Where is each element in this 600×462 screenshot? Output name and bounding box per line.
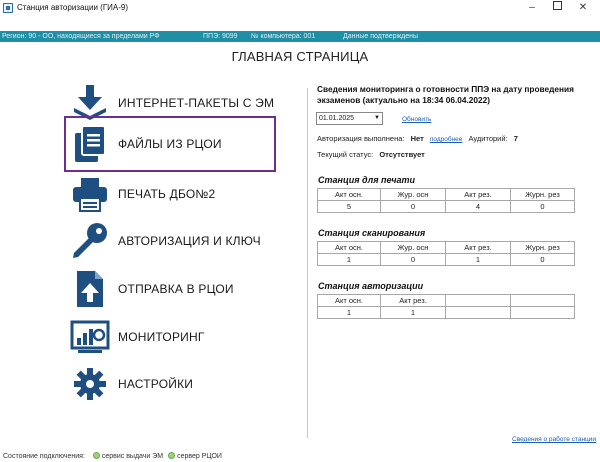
files-icon <box>75 125 106 162</box>
table-header: Акт рез. <box>380 294 446 307</box>
monitoring-icon <box>70 320 110 353</box>
table-header: Журн. рез <box>510 241 575 254</box>
station-auth-table: Акт осн. Акт рез. 1 1 <box>317 294 575 319</box>
auth-row: Авторизация выполнена: Нет подробнее Ауд… <box>317 134 518 143</box>
station-scan-table: Акт осн. Жур. осн Акт рез. Журн. рез 1 0… <box>317 241 575 266</box>
table-header-row: Акт осн. Акт рез. <box>317 294 575 307</box>
maximize-button[interactable] <box>545 1 569 15</box>
table-cell: 0 <box>380 200 446 213</box>
status-row: Текущий статус: Отсутствует <box>317 150 425 159</box>
date-select[interactable]: 01.01.2025 ▼ <box>316 112 383 125</box>
service-status-text: сервис выдачи ЭМ <box>101 453 164 460</box>
auth-value: Нет <box>410 134 424 143</box>
ppe-text: ППЭ: 9099 <box>203 33 238 40</box>
minimize-button[interactable]: – <box>520 1 544 15</box>
table-cell <box>445 306 511 319</box>
auditoriums-value: 7 <box>513 134 518 143</box>
close-button[interactable]: ✕ <box>571 1 595 15</box>
table-cell: 1 <box>317 253 381 266</box>
details-link[interactable]: подробнее <box>430 136 463 143</box>
table-header: Журн. рез <box>510 188 575 201</box>
monitoring-title: Сведения мониторинга о готовности ППЭ на… <box>317 84 575 105</box>
menu-label: ФАЙЛЫ ИЗ РЦОИ <box>118 137 222 151</box>
table-header: Жур. осн <box>380 241 446 254</box>
table-header: Акт осн. <box>317 241 381 254</box>
table-cell: 0 <box>380 253 446 266</box>
table-header: Акт рез. <box>445 188 511 201</box>
chevron-down-icon: ▼ <box>374 115 380 121</box>
key-icon <box>73 223 107 258</box>
table-cell <box>510 306 575 319</box>
server-status-text: сервер РЦОИ <box>177 453 222 460</box>
panel-divider <box>307 88 308 438</box>
table-header: Жур. осн <box>380 188 446 201</box>
table-header <box>445 294 511 307</box>
station-scan-title: Станция сканирования <box>318 228 426 238</box>
table-cell: 1 <box>317 306 381 319</box>
table-header-row: Акт осн. Жур. осн Акт рез. Журн. рез <box>317 241 575 254</box>
table-header-row: Акт осн. Жур. осн Акт рез. Журн. рез <box>317 188 575 201</box>
table-row: 1 1 <box>317 306 575 319</box>
status-value: Отсутствует <box>379 150 425 159</box>
refresh-link[interactable]: Обновить <box>402 116 431 123</box>
settings-icon <box>74 368 106 400</box>
station-print-title: Станция для печати <box>318 175 416 185</box>
station-auth-title: Станция авторизации <box>318 281 424 291</box>
title-bar: Станция авторизации (ГИА-9) – ✕ <box>0 0 600 17</box>
table-header: Акт рез. <box>445 241 511 254</box>
server-status-icon <box>168 452 176 459</box>
service-status-icon <box>92 452 100 459</box>
table-header: Акт осн. <box>317 294 381 307</box>
info-bar: Регион: 90 - ОО, находящиеся за пределам… <box>0 31 600 42</box>
region-text: Регион: 90 - ОО, находящиеся за пределам… <box>2 33 160 40</box>
page-title: ГЛАВНАЯ СТРАНИЦА <box>231 49 369 64</box>
table-cell: 0 <box>510 200 575 213</box>
menu-label: НАСТРОЙКИ <box>118 377 194 391</box>
auditoriums-label: Аудиторий: <box>468 134 508 143</box>
menu-item-settings[interactable]: НАСТРОЙКИ <box>64 356 276 412</box>
menu-item-rcoi-files[interactable]: ФАЙЛЫ ИЗ РЦОИ <box>64 116 276 172</box>
table-cell: 0 <box>510 253 575 266</box>
window-title: Станция авторизации (ГИА-9) <box>17 3 129 12</box>
table-cell: 5 <box>317 200 381 213</box>
status-bar: Состояние подключения: сервис выдачи ЭМ … <box>0 452 600 462</box>
station-info-link[interactable]: Сведения о работе станции <box>512 436 596 443</box>
auth-label: Авторизация выполнена: <box>317 134 405 143</box>
station-print-table: Акт осн. Жур. осн Акт рез. Журн. рез 5 0… <box>317 188 575 213</box>
connection-label: Состояние подключения: <box>3 453 85 460</box>
maximize-icon <box>552 1 562 10</box>
table-header: Акт осн. <box>317 188 381 201</box>
table-row: 5 0 4 0 <box>317 200 575 213</box>
table-cell: 1 <box>380 306 446 319</box>
data-status-text: Данные подтверждены <box>343 33 419 40</box>
table-header <box>510 294 575 307</box>
table-cell: 1 <box>445 253 511 266</box>
upload-file-icon <box>77 271 103 307</box>
table-cell: 4 <box>445 200 511 213</box>
status-label: Текущий статус: <box>317 150 374 159</box>
app-icon <box>3 3 13 13</box>
computer-text: № компьютера: 001 <box>251 33 316 40</box>
date-value: 01.01.2025 <box>319 115 355 122</box>
printer-icon <box>73 178 107 212</box>
table-row: 1 0 1 0 <box>317 253 575 266</box>
